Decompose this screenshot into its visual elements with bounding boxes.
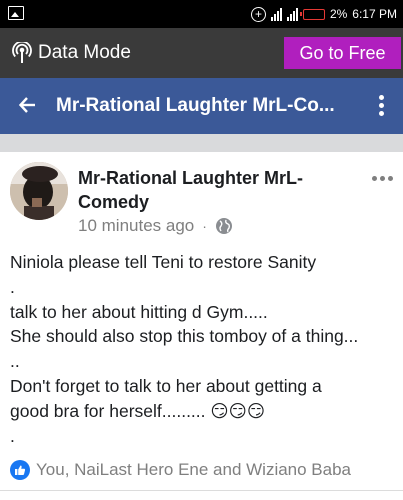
post-card: Mr-Rational Laughter MrL-Comedy 10 minut… — [0, 152, 403, 500]
battery-percent: 2% — [329, 7, 348, 21]
action-bar-divider — [0, 490, 403, 491]
feed-divider — [0, 134, 403, 152]
back-arrow-icon[interactable] — [18, 93, 38, 117]
signal-icon-2 — [286, 7, 298, 21]
post-line: She should also stop this tomboy of a th… — [10, 326, 359, 347]
page-title: Mr-Rational Laughter MrL-Co... — [56, 95, 335, 116]
post-line: Don't forget to talk to her about gettin… — [10, 375, 322, 396]
app-header: Mr-Rational Laughter MrL-Co... — [0, 78, 403, 134]
signal-icon — [270, 7, 282, 21]
reactions-summary[interactable]: You, NaiLast Hero Ene and Wiziano Baba — [10, 460, 351, 480]
avatar[interactable] — [10, 162, 68, 220]
overflow-menu-icon[interactable] — [379, 95, 385, 117]
post-line: talk to her about hitting d Gym..... — [10, 301, 268, 322]
post-body: Niniola please tell Teni to restore Sani… — [10, 250, 400, 448]
reactions-text: You, NaiLast Hero Ene and Wiziano Baba — [36, 460, 352, 479]
meta-separator: · — [202, 218, 207, 234]
post-meta: 10 minutes ago · — [78, 216, 233, 236]
status-bar: + 2% 6:17 PM — [0, 0, 403, 28]
broadcast-icon — [12, 42, 32, 63]
globe-icon — [215, 218, 232, 234]
data-mode-label: Data Mode — [38, 42, 131, 63]
data-mode-bar: Data Mode Go to Free — [0, 28, 403, 78]
post-line: good bra for herself......... 😏😏😏 — [10, 400, 266, 421]
post-line: .. — [10, 351, 20, 372]
battery-icon — [299, 8, 325, 20]
post-options-icon[interactable] — [372, 176, 393, 181]
post-line: Niniola please tell Teni to restore Sani… — [10, 252, 317, 272]
post-line: . — [10, 276, 15, 297]
like-icon — [10, 460, 30, 480]
status-bar-indicators: + 2% 6:17 PM — [250, 4, 397, 24]
go-to-free-button[interactable]: Go to Free — [284, 37, 401, 69]
post-author[interactable]: Mr-Rational Laughter MrL-Comedy — [78, 166, 328, 214]
post-timestamp[interactable]: 10 minutes ago — [78, 216, 194, 236]
image-notification-icon — [8, 6, 24, 20]
post-line: . — [10, 425, 15, 446]
data-saver-icon: + — [250, 6, 266, 22]
clock: 6:17 PM — [352, 7, 397, 21]
